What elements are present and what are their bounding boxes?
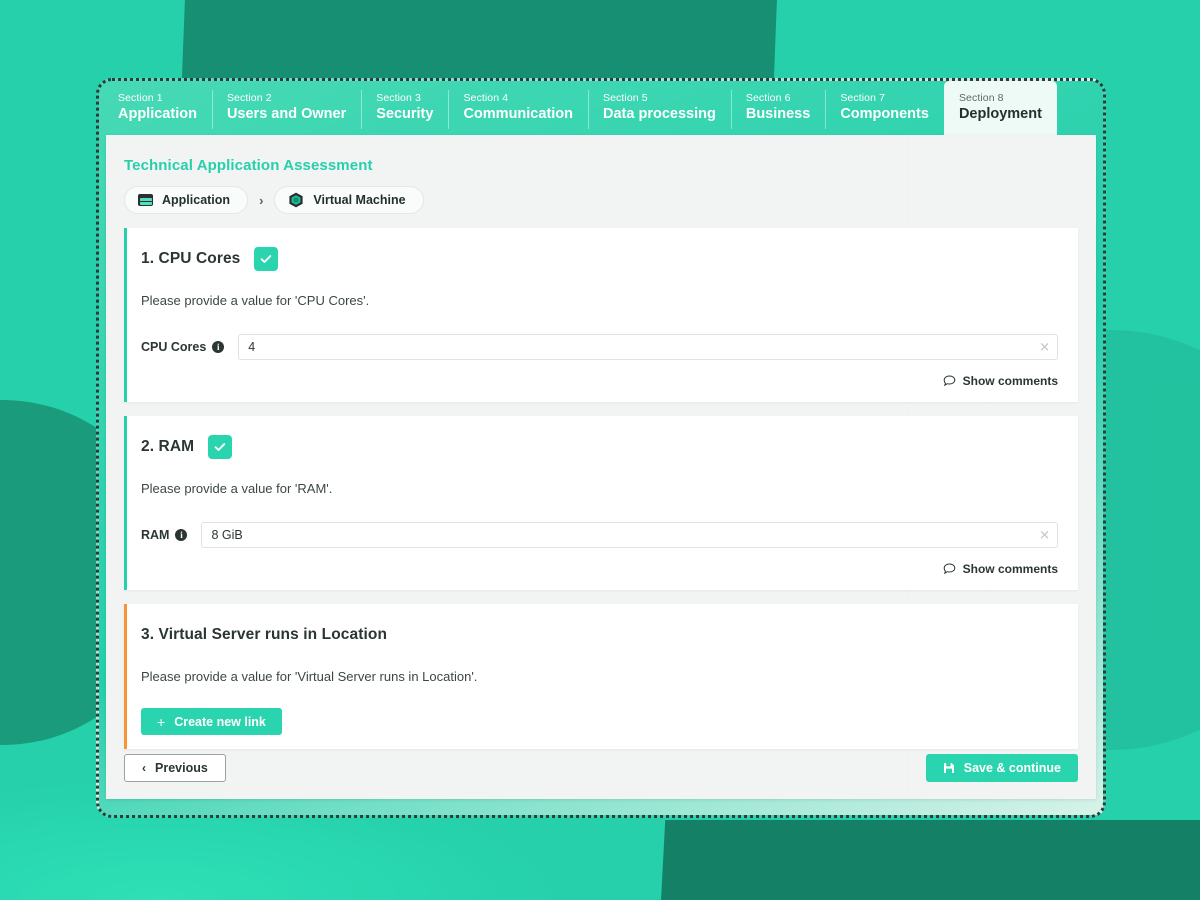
- question-card-virtual-server-location: 3. Virtual Server runs in Location Pleas…: [124, 604, 1078, 749]
- virtual-machine-cube-icon: [289, 192, 304, 208]
- question-description: Please provide a value for 'Virtual Serv…: [141, 669, 478, 684]
- comment-bubble-icon: [943, 375, 955, 387]
- breadcrumb-item-label: Application: [162, 193, 231, 207]
- field-label-cpu-cores: CPU Cores i: [141, 340, 225, 354]
- breadcrumb-separator-icon: ›: [259, 192, 264, 208]
- tab-section-number: Section 3: [376, 91, 421, 104]
- save-disk-icon: [943, 763, 954, 773]
- field-label-text: CPU Cores: [141, 340, 207, 354]
- tab-section-label: Components: [840, 105, 929, 122]
- tab-section-number: Section 6: [745, 91, 791, 104]
- breadcrumb: Application › Virtual Machine: [106, 174, 1096, 214]
- question-title: 3. Virtual Server runs in Location: [141, 626, 388, 643]
- info-icon[interactable]: i: [175, 529, 188, 541]
- tab-section-8[interactable]: Section 8 Deployment: [943, 81, 1057, 135]
- tab-section-label: Security: [376, 105, 434, 122]
- create-new-link-label: Create new link: [174, 714, 266, 729]
- tab-section-label: Business: [745, 105, 811, 122]
- tab-section-1[interactable]: Section 1 Application: [103, 81, 212, 135]
- tab-section-number: Section 2: [226, 91, 272, 104]
- background-shape-bottom-right: [654, 820, 1200, 900]
- ram-input[interactable]: [201, 522, 1058, 548]
- question-title: 1. CPU Cores: [141, 250, 241, 267]
- question-list: 1. CPU Cores Please provide a value for …: [106, 214, 1096, 749]
- tab-section-number: Section 4: [463, 91, 509, 104]
- tab-section-number: Section 5: [603, 91, 648, 104]
- tab-section-7[interactable]: Section 7 Components: [825, 81, 944, 135]
- tab-section-2[interactable]: Section 2 Users and Owner: [211, 81, 361, 135]
- field-label-ram: RAM i: [141, 528, 188, 542]
- save-and-continue-button[interactable]: Save & continue: [925, 754, 1078, 782]
- question-description: Please provide a value for 'RAM'.: [141, 481, 333, 496]
- info-icon[interactable]: i: [212, 341, 225, 353]
- show-comments-label: Show comments: [962, 374, 1058, 388]
- check-icon: [261, 255, 272, 263]
- comment-bubble-icon: [943, 563, 955, 575]
- tab-section-label: Communication: [463, 105, 574, 122]
- previous-button[interactable]: ‹ Previous: [124, 754, 226, 782]
- tab-section-label: Application: [118, 105, 197, 122]
- question-description: Please provide a value for 'CPU Cores'.: [141, 293, 370, 308]
- show-comments-button[interactable]: Show comments: [943, 562, 1058, 576]
- tab-section-4[interactable]: Section 4 Communication: [448, 81, 588, 135]
- cpu-cores-input[interactable]: [238, 334, 1058, 360]
- page-title: Technical Application Assessment: [124, 157, 373, 174]
- question-header: 3. Virtual Server runs in Location: [141, 622, 1058, 648]
- question-title: 2. RAM: [141, 438, 195, 455]
- field-label-text: RAM: [141, 528, 170, 542]
- plus-icon: +: [157, 713, 166, 730]
- close-icon[interactable]: ✕: [1039, 529, 1050, 542]
- tab-section-6[interactable]: Section 6 Business: [730, 81, 825, 135]
- show-comments-label: Show comments: [962, 562, 1058, 576]
- status-badge-complete: [208, 435, 233, 459]
- assessment-window: Section 1 Application Section 2 Users an…: [96, 78, 1106, 818]
- input-wrapper: ✕: [201, 522, 1058, 548]
- check-icon: [214, 443, 226, 451]
- question-field-row: CPU Cores i ✕: [141, 310, 1058, 360]
- section-tabbar: Section 1 Application Section 2 Users an…: [99, 81, 1103, 135]
- tab-section-label: Users and Owner: [226, 105, 347, 122]
- breadcrumb-item-application[interactable]: Application: [124, 186, 249, 214]
- save-and-continue-label: Save & continue: [963, 761, 1061, 775]
- tab-section-5[interactable]: Section 5 Data processing: [588, 81, 731, 135]
- previous-button-label: Previous: [155, 761, 208, 775]
- question-field-row: RAM i ✕: [141, 498, 1058, 548]
- breadcrumb-item-virtual-machine[interactable]: Virtual Machine: [274, 186, 424, 214]
- close-icon[interactable]: ✕: [1039, 341, 1050, 354]
- comments-row: Show comments: [141, 548, 1058, 576]
- question-card-ram: 2. RAM Please provide a value for 'RAM'.…: [124, 416, 1078, 590]
- application-window-icon: [138, 194, 153, 206]
- question-header: 2. RAM: [141, 434, 1058, 460]
- status-badge-complete: [254, 247, 279, 271]
- tab-section-3[interactable]: Section 3 Security: [361, 81, 448, 135]
- tab-section-label: Data processing: [603, 105, 716, 122]
- tab-section-label: Deployment: [958, 105, 1042, 122]
- input-wrapper: ✕: [238, 334, 1058, 360]
- form-footer: ‹ Previous Save & continue: [106, 737, 1096, 799]
- tab-section-number: Section 7: [840, 91, 886, 104]
- show-comments-button[interactable]: Show comments: [943, 374, 1058, 388]
- content-panel: Technical Application Assessment Applica…: [106, 135, 1096, 799]
- question-card-cpu-cores: 1. CPU Cores Please provide a value for …: [124, 228, 1078, 402]
- create-new-link-button[interactable]: + Create new link: [141, 708, 282, 735]
- comments-row: Show comments: [141, 360, 1058, 388]
- tab-section-number: Section 1: [118, 91, 163, 104]
- breadcrumb-item-label: Virtual Machine: [313, 193, 406, 207]
- chevron-left-icon: ‹: [142, 761, 146, 775]
- tab-section-number: Section 8: [958, 91, 1004, 104]
- question-header: 1. CPU Cores: [141, 246, 1058, 272]
